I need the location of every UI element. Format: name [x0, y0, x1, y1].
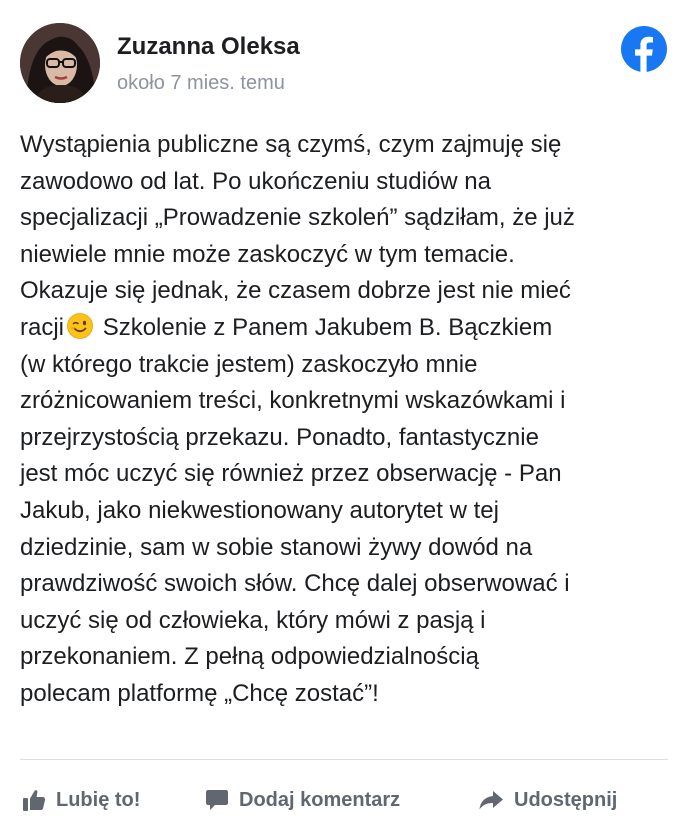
post-text-line: (w którego trakcie jestem) zaskoczyło mn… — [20, 350, 478, 378]
post-text-line: zróżnicowaniem treści, konkretnymi wskaz… — [20, 387, 566, 415]
avatar-photo — [20, 23, 100, 103]
share-label: Udostępnij — [514, 788, 618, 811]
post-text-line: prawdziwość swoich słów. Chcę dalej obse… — [20, 570, 570, 598]
post-text-line: przekonaniem. Z pełną odpowiedzialnością — [20, 643, 479, 671]
share-button[interactable]: Udostępnij — [478, 780, 617, 820]
actions-divider — [20, 759, 668, 760]
post-text-line: polecam platformę „Chcę zostać”! — [20, 679, 379, 707]
post-text-line: przejrzystością przekazu. Ponadto, fanta… — [20, 423, 539, 451]
post-text-line-with-emoji: racji Szkolenie z Panem Jakubem B. Bączk… — [20, 310, 670, 347]
author-avatar[interactable] — [20, 23, 100, 103]
post-text-line: Jakub, jako niekwestionowany autorytet w… — [20, 496, 499, 524]
post-body: Wystąpienia publiczne są czymś, czym zaj… — [20, 127, 670, 713]
post-text-line: Okazuje się jednak, że czasem dobrze jes… — [20, 277, 571, 305]
post-text-fragment: Szkolenie z Panem Jakubem B. Bączkiem — [102, 313, 553, 341]
post-text-line: zawodowo od lat. Po ukończeniu studiów n… — [20, 167, 491, 195]
post-actions-bar: Lubię to! Dodaj komentarz Udostępnij — [0, 780, 686, 820]
post-text-line: jest móc uczyć się również przez obserwa… — [20, 460, 562, 488]
like-label: Lubię to! — [56, 788, 141, 811]
like-button[interactable]: Lubię to! — [22, 780, 140, 820]
post-timestamp[interactable]: około 7 mies. temu — [117, 71, 285, 95]
comment-bubble-icon — [206, 790, 228, 810]
share-arrow-icon — [479, 791, 503, 810]
post-text-line: uczyć się od człowieka, który mówi z pas… — [20, 606, 486, 634]
post-text-line: specjalizacji „Prowadzenie szkoleń” sądz… — [20, 204, 575, 232]
author-name[interactable]: Zuzanna Oleksa — [117, 33, 300, 61]
winking-face-emoji-icon — [67, 313, 93, 339]
post-text-line: Wystąpienia publiczne są czymś, czym zaj… — [20, 131, 562, 158]
facebook-logo-icon[interactable] — [621, 26, 667, 72]
comment-label: Dodaj komentarz — [239, 788, 401, 811]
post-text-line: niewiele mnie może zaskoczyć w tym temac… — [20, 240, 515, 268]
post-text-line: dziedzinie, sam w sobie stanowi żywy dow… — [20, 533, 533, 561]
post-text-fragment: racji — [20, 313, 65, 341]
comment-button[interactable]: Dodaj komentarz — [205, 780, 400, 820]
thumbs-up-icon — [23, 790, 46, 811]
